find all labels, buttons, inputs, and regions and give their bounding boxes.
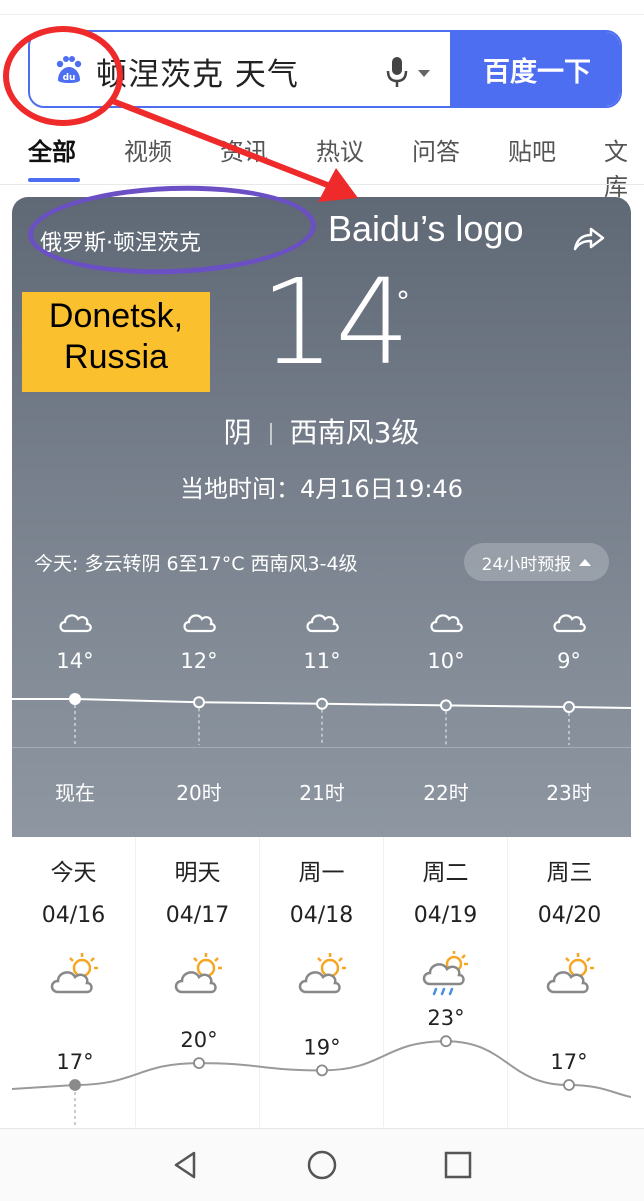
hourly-point <box>193 696 205 709</box>
caret-up-icon <box>579 558 592 566</box>
microphone-icon[interactable] <box>386 55 408 89</box>
tab-tieba[interactable]: 贴吧 <box>508 132 556 167</box>
chevron-down-icon[interactable] <box>418 70 430 77</box>
partly-cloudy-icon <box>298 953 346 994</box>
cloud-icon <box>553 614 586 633</box>
daily-item[interactable]: 今天 04/16 <box>12 837 136 1127</box>
home-icon[interactable] <box>306 1149 338 1181</box>
divider <box>12 747 631 748</box>
hourly-temp: 10° <box>427 649 465 673</box>
cloud-icon <box>59 614 92 633</box>
active-tab-indicator <box>28 178 80 182</box>
annotation-location-box: Donetsk, Russia <box>22 292 210 392</box>
hourly-time: 20时 <box>176 781 222 805</box>
day-date: 04/20 <box>537 903 602 928</box>
hourly-temperature-chart <box>12 693 631 745</box>
weather-condition: 阴 <box>223 416 252 449</box>
hourly-temp: 11° <box>303 649 341 673</box>
daily-item[interactable]: 明天 04/17 <box>136 837 260 1127</box>
hourly-item: 12° <box>149 607 249 673</box>
rain-sun-icon <box>422 951 468 996</box>
hourly-item: 11° <box>272 607 372 673</box>
degree-symbol: ° <box>396 285 410 318</box>
hourly-item: 9° <box>519 607 619 673</box>
hourly-time: 22时 <box>423 781 469 805</box>
hourly-point <box>563 701 575 713</box>
partly-cloudy-icon <box>546 953 594 994</box>
annotation-text: Russia <box>64 337 168 376</box>
tab-video[interactable]: 视频 <box>124 132 172 167</box>
local-time: 当地时间：4月16日19:46 <box>180 475 463 503</box>
system-nav-bar <box>0 1128 644 1201</box>
day-name: 周三 <box>546 860 593 886</box>
search-tabs: 全部 视频 资讯 热议 问答 贴吧 文库 <box>0 126 644 201</box>
daily-item[interactable]: 周三 04/20 <box>508 837 631 1127</box>
day-name: 明天 <box>174 860 221 886</box>
hourly-time: 21时 <box>299 781 345 805</box>
day-date: 04/19 <box>413 903 478 928</box>
hourly-item: 10° <box>396 607 496 673</box>
hourly-time: 23时 <box>546 781 592 805</box>
cloud-icon <box>430 614 463 633</box>
hourly-point <box>69 693 81 705</box>
divider <box>269 423 272 445</box>
daily-item[interactable]: 周二 04/19 <box>384 837 508 1127</box>
annotation-circle <box>3 26 123 126</box>
back-icon[interactable] <box>170 1149 200 1181</box>
hourly-point <box>316 697 328 710</box>
recent-apps-icon[interactable] <box>444 1151 472 1179</box>
cloud-icon <box>306 614 339 633</box>
hourly-temp: 12° <box>180 649 218 673</box>
day-name: 周一 <box>298 860 345 886</box>
annotation-label: Baidu’s logo <box>328 208 524 249</box>
hourly-forecast-toggle[interactable]: 24小时预报 <box>464 543 609 581</box>
today-summary: 今天: 多云转阴 6至17°C 西南风3-4级 <box>34 553 358 575</box>
tab-qa[interactable]: 问答 <box>412 132 460 167</box>
forecast-toggle-label: 24小时预报 <box>481 554 572 575</box>
hourly-item: 14° <box>25 607 125 673</box>
annotation-text: Donetsk, <box>48 297 184 335</box>
day-date: 04/18 <box>289 903 354 928</box>
day-date: 04/17 <box>165 903 230 928</box>
hourly-temp: 9° <box>557 649 581 673</box>
status-strip <box>0 0 644 15</box>
day-name: 周二 <box>422 860 469 886</box>
current-temperature: 14 <box>260 253 411 391</box>
daily-item[interactable]: 周一 04/18 <box>260 837 384 1127</box>
day-date: 04/16 <box>41 903 106 928</box>
tab-news[interactable]: 资讯 <box>220 132 268 167</box>
divider <box>0 184 644 185</box>
day-name: 今天 <box>50 860 97 886</box>
daily-forecast: 今天 04/16 明天 04/17 周一 04/18 周二 04/19 周三 0… <box>12 837 631 1127</box>
tab-all[interactable]: 全部 <box>28 132 76 167</box>
tab-wenku[interactable]: 文库 <box>604 132 644 202</box>
hourly-point <box>440 699 452 712</box>
share-icon[interactable] <box>571 223 607 253</box>
condition-row: 阴 西南风3级 <box>12 411 631 451</box>
hourly-temp: 14° <box>56 649 94 673</box>
wind-info: 西南风3级 <box>289 416 420 449</box>
search-input[interactable]: 顿涅茨克 天气 <box>96 49 299 94</box>
tab-discussion[interactable]: 热议 <box>316 132 364 167</box>
search-button[interactable]: 百度一下 <box>450 32 620 106</box>
hourly-time: 现在 <box>55 781 95 805</box>
partly-cloudy-icon <box>50 953 98 994</box>
cloud-icon <box>183 614 216 633</box>
partly-cloudy-icon <box>174 953 222 994</box>
